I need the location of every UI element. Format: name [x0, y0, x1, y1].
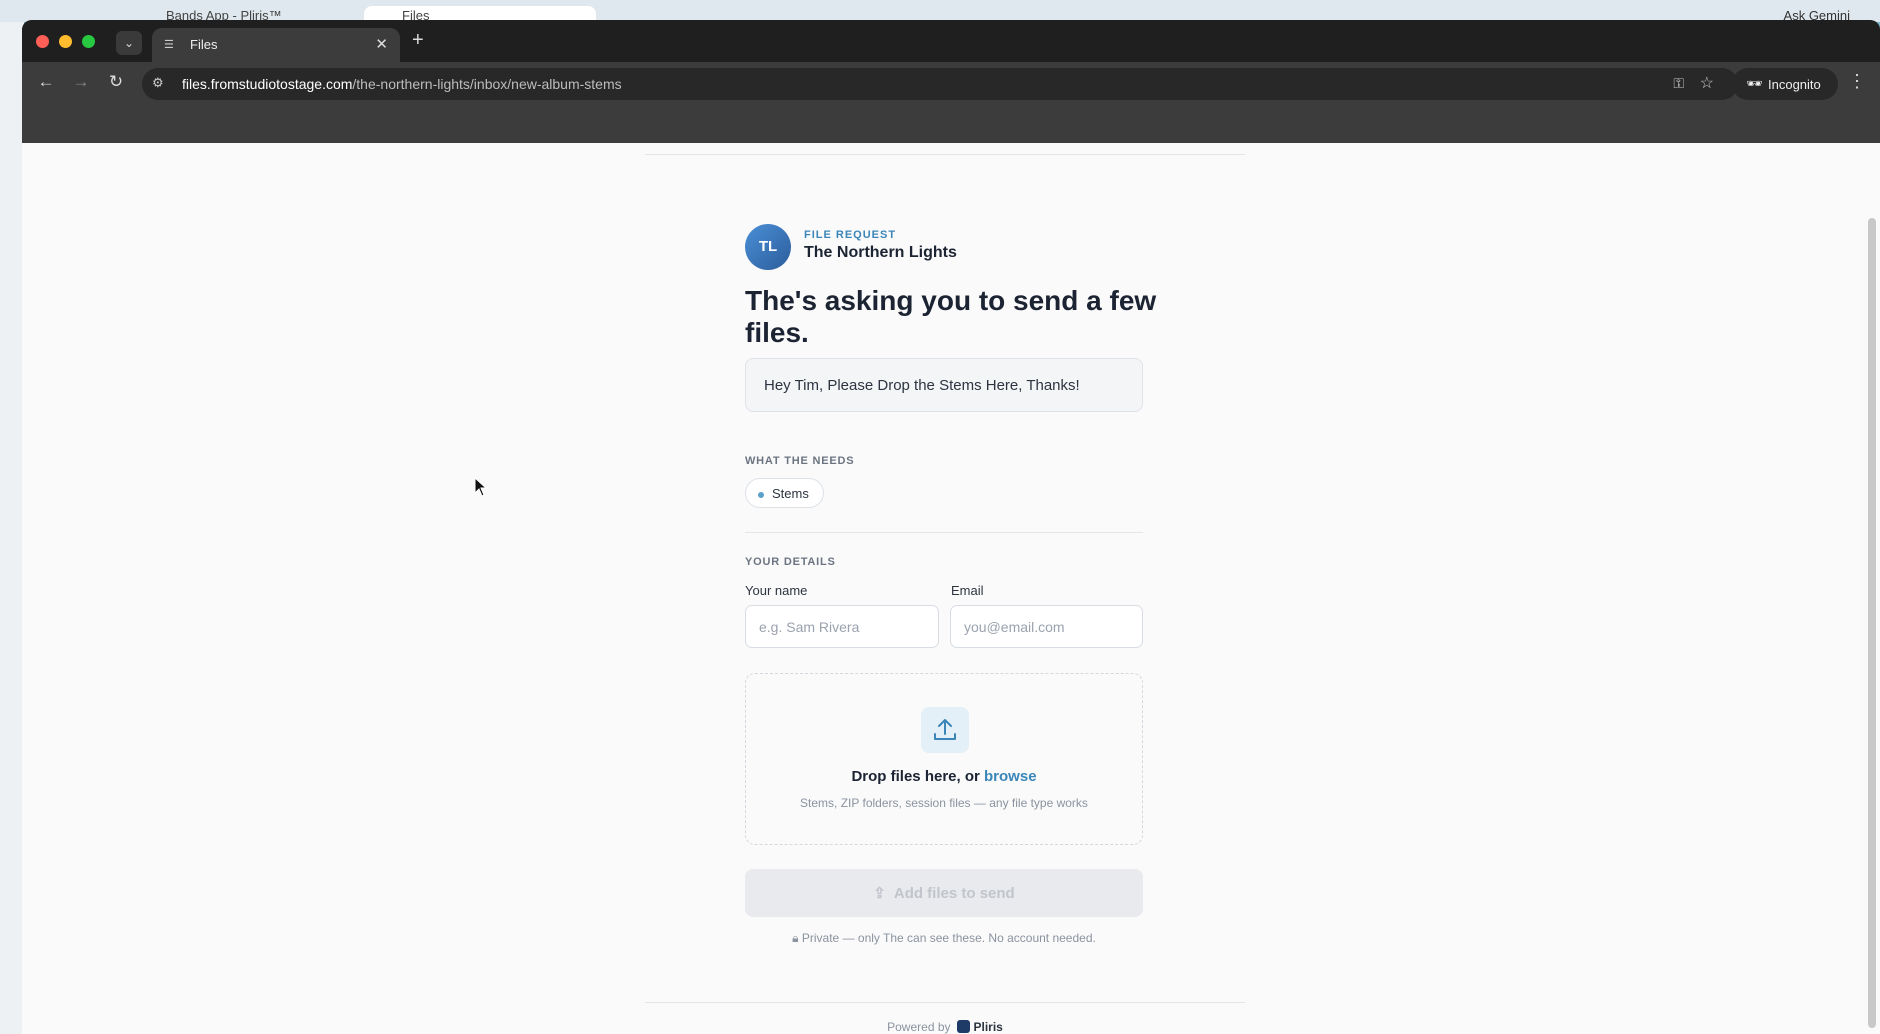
needs-tag-stems: Stems: [745, 478, 824, 508]
add-files-button[interactable]: ⇪ Add files to send: [745, 869, 1143, 917]
url-text[interactable]: files.fromstudiotostage.com/the-northern…: [182, 76, 622, 92]
tab-files[interactable]: ☰ Files ✕: [152, 28, 400, 62]
powered-by-text: Powered by: [887, 1020, 951, 1034]
bottom-divider: [645, 1002, 1245, 1003]
details-section-label: YOUR DETAILS: [745, 556, 836, 568]
band-name: The Northern Lights: [804, 244, 957, 261]
privacy-text: Private — only The can see these. No acc…: [801, 931, 1096, 945]
avatar: TL: [745, 224, 791, 270]
incognito-label: Incognito: [1768, 77, 1821, 92]
privacy-note: 🔒︎ Private — only The can see these. No …: [745, 931, 1143, 946]
upload-icon: [921, 707, 969, 753]
needs-tag-label: Stems: [772, 486, 809, 501]
address-bar[interactable]: ⚙ files.fromstudiotostage.com/the-northe…: [142, 68, 1738, 100]
page-title: The's asking you to send a few files.: [745, 285, 1157, 348]
pliris-logo-icon: [956, 1020, 970, 1033]
upload-small-icon: ⇪: [873, 885, 886, 902]
tab-title: Files: [190, 37, 218, 52]
back-button[interactable]: ←: [34, 72, 58, 92]
tab-search-button[interactable]: ⌄: [116, 31, 142, 55]
section-divider: [745, 532, 1143, 533]
email-field[interactable]: [950, 605, 1143, 648]
lock-icon: 🔒︎: [792, 931, 802, 945]
incognito-icon: 🕶: [1746, 76, 1763, 91]
background-window-sidebar: [0, 22, 24, 1034]
bookmarks-bar: [22, 106, 1880, 143]
page-content: TL FILE REQUEST The Northern Lights The'…: [22, 143, 1880, 1034]
drop-instruction: Drop files here, or: [851, 768, 980, 785]
browser-window: ⌄ ☰ Files ✕ + ← → ↻ ⚙ files.fromstudioto…: [22, 20, 1880, 1034]
add-files-label: Add files to send: [893, 885, 1015, 902]
chevron-down-icon: ⌄: [123, 36, 135, 50]
zoom-window-button[interactable]: [82, 35, 95, 48]
mouse-cursor-icon: [474, 477, 488, 497]
page-scrollbar[interactable]: [1868, 218, 1876, 1028]
powered-by-footer: Powered by Pliris: [745, 1020, 1145, 1034]
incognito-badge[interactable]: 🕶 Incognito: [1732, 68, 1838, 100]
needs-section-label: WHAT THE NEEDS: [745, 455, 855, 467]
dropzone-text: Drop files here, or browse: [746, 768, 1142, 785]
reload-button[interactable]: ↻: [104, 72, 128, 92]
brand-name[interactable]: Pliris: [974, 1020, 1003, 1034]
url-host: files.fromstudiotostage.com: [182, 76, 353, 92]
name-field[interactable]: [745, 605, 939, 648]
file-request-kicker: FILE REQUEST: [804, 229, 897, 241]
request-message: Hey Tim, Please Drop the Stems Here, Tha…: [745, 358, 1143, 412]
file-dropzone[interactable]: Drop files here, or browse Stems, ZIP fo…: [745, 673, 1143, 845]
dropzone-hint: Stems, ZIP folders, session files — any …: [800, 796, 1088, 810]
email-field-label: Email: [951, 583, 984, 598]
title-bar: ⌄ ☰ Files ✕ +: [22, 20, 1880, 62]
password-key-icon[interactable]: ⚿: [1673, 75, 1684, 92]
forward-button[interactable]: →: [69, 72, 93, 92]
top-divider: [645, 154, 1245, 155]
close-tab-icon[interactable]: ✕: [375, 35, 388, 53]
name-field-label: Your name: [745, 583, 808, 598]
site-settings-icon[interactable]: ⚙: [152, 75, 164, 91]
tune-icon: ☰: [164, 39, 174, 51]
new-tab-button[interactable]: +: [412, 29, 424, 52]
browser-toolbar: ← → ↻ ⚙ files.fromstudiotostage.com/the-…: [22, 62, 1880, 106]
tag-dot-icon: [758, 492, 764, 498]
minimize-window-button[interactable]: [59, 35, 72, 48]
browser-menu-icon[interactable]: ⋮: [1848, 71, 1866, 92]
browse-link[interactable]: browse: [984, 768, 1037, 785]
url-path: /the-northern-lights/inbox/new-album-ste…: [352, 76, 622, 92]
bookmark-star-icon[interactable]: ☆: [1700, 73, 1714, 93]
request-message-text: Hey Tim, Please Drop the Stems Here, Tha…: [764, 377, 1080, 394]
close-window-button[interactable]: [36, 35, 49, 48]
